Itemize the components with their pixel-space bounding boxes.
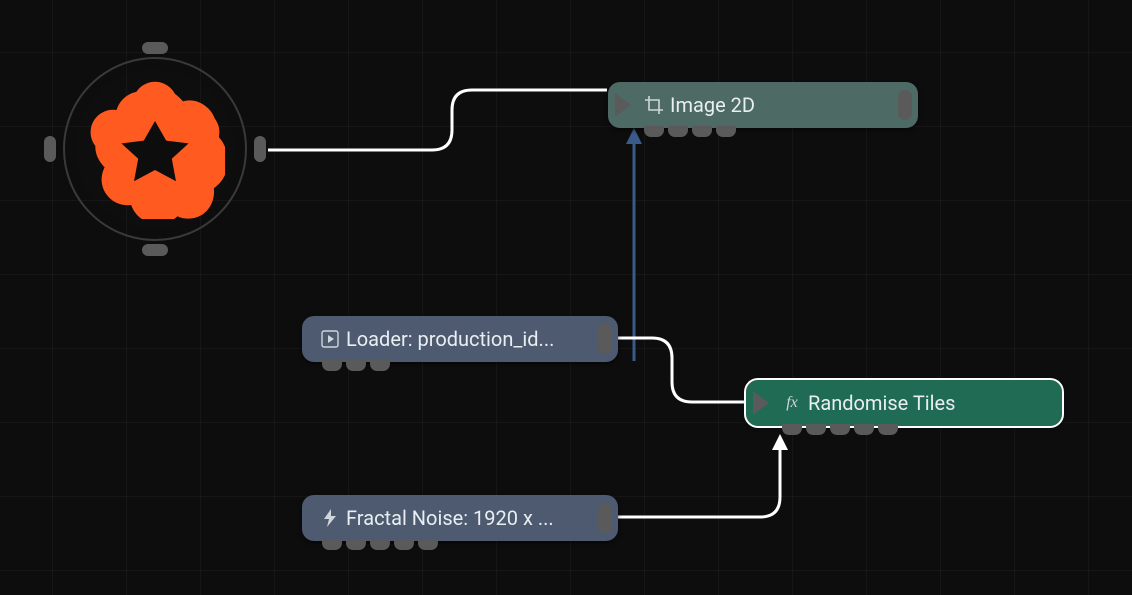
crop-icon bbox=[644, 95, 664, 115]
play-icon bbox=[320, 329, 340, 349]
node-image-2d[interactable]: Image 2D bbox=[608, 82, 918, 128]
out-port[interactable] bbox=[898, 90, 912, 120]
in-port[interactable] bbox=[750, 388, 774, 418]
bolt-icon bbox=[320, 508, 340, 528]
orange-star-icon bbox=[85, 79, 225, 219]
fx-icon: fx bbox=[782, 393, 802, 413]
bottom-ports[interactable] bbox=[782, 424, 898, 435]
bottom-ports[interactable] bbox=[322, 360, 390, 371]
node-canvas[interactable]: Image 2D Loader: production_id... Fracta… bbox=[0, 0, 1132, 595]
node-fractal-noise[interactable]: Fractal Noise: 1920 x ... bbox=[302, 495, 618, 541]
node-loader[interactable]: Loader: production_id... bbox=[302, 316, 618, 362]
port-right[interactable] bbox=[254, 136, 266, 162]
node-label: Loader: production_id... bbox=[346, 327, 554, 351]
node-label: Image 2D bbox=[670, 93, 755, 117]
bottom-ports[interactable] bbox=[644, 126, 736, 137]
node-randomise-tiles[interactable]: fx Randomise Tiles bbox=[746, 380, 1062, 426]
out-port[interactable] bbox=[598, 503, 612, 533]
out-port[interactable] bbox=[598, 324, 612, 354]
port-top[interactable] bbox=[142, 42, 168, 54]
node-label: Fractal Noise: 1920 x ... bbox=[346, 506, 554, 530]
port-bottom[interactable] bbox=[142, 244, 168, 256]
node-label: Randomise Tiles bbox=[808, 391, 955, 415]
port-left[interactable] bbox=[44, 136, 56, 162]
in-port[interactable] bbox=[612, 90, 636, 120]
bottom-ports[interactable] bbox=[322, 539, 438, 550]
source-node[interactable] bbox=[40, 34, 270, 264]
